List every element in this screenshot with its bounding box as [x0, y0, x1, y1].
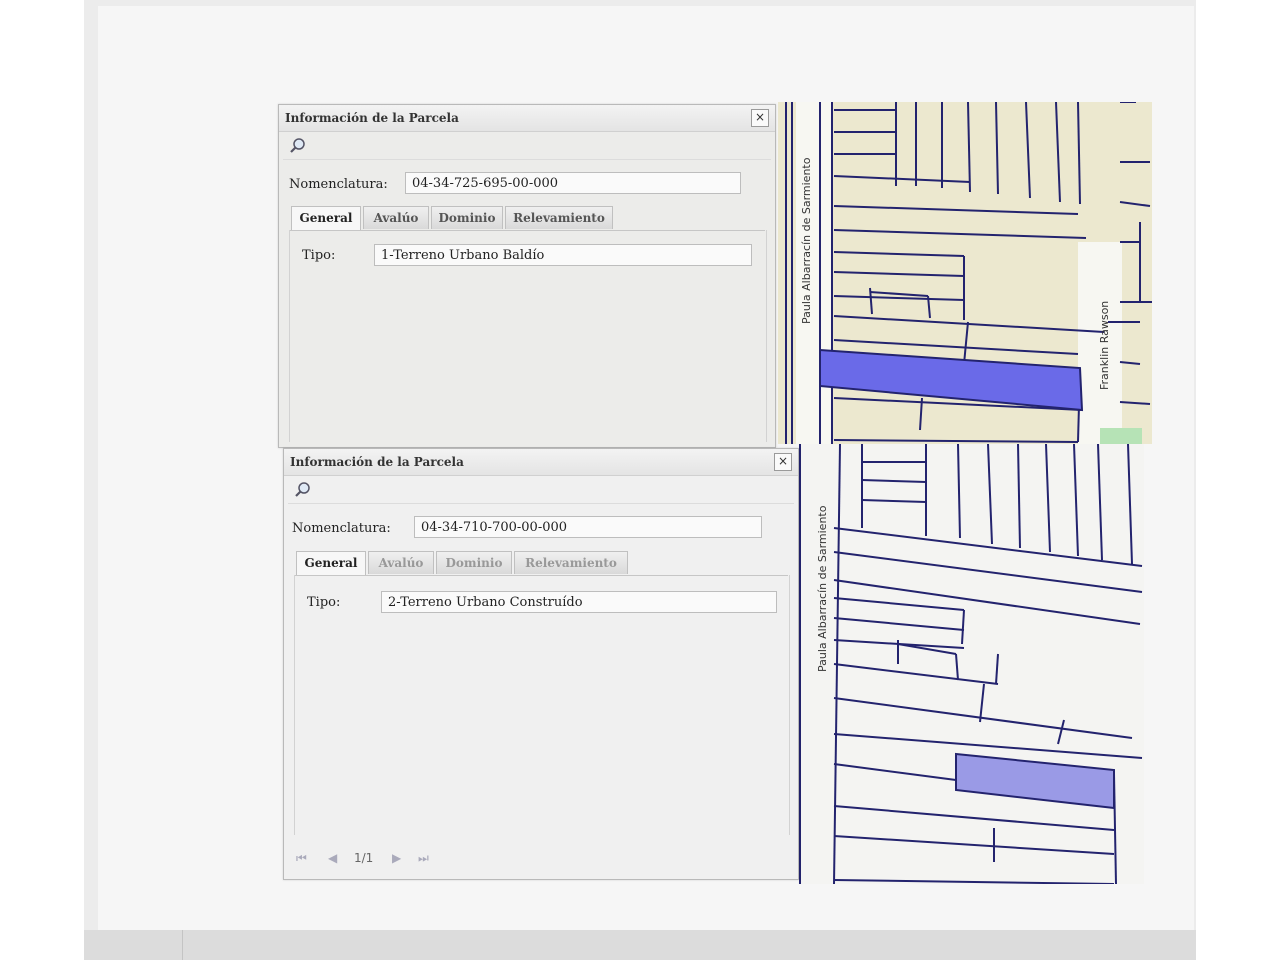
parcel-boundary [1025, 102, 1031, 199]
panel-title: Información de la Parcela [290, 455, 464, 469]
map-view-top[interactable]: Paula Albarracín de Sarmiento Franklin R… [778, 102, 1152, 444]
parcel-boundary [833, 339, 1079, 355]
tab-relevamiento[interactable]: Relevamiento [514, 551, 628, 574]
parcel-boundary [833, 733, 1143, 759]
parcel-boundary [833, 527, 1143, 567]
parcel-boundary [833, 271, 965, 277]
page-indicator: 1/1 [354, 851, 374, 865]
parcel-map-bottom [799, 444, 1143, 884]
next-page-icon[interactable]: ▶ [392, 851, 401, 865]
nomenclatura-label: Nomenclatura: [289, 177, 388, 192]
panel-toolbar [283, 133, 771, 160]
last-page-icon[interactable]: ⏭ [418, 851, 429, 866]
tab-content-general: Tipo: 1-Terreno Urbano Baldío [289, 230, 767, 442]
parcel-boundary [833, 229, 1087, 239]
parcel-info-panel-bottom[interactable]: Información de la Parcela × Nomenclatura… [283, 448, 799, 880]
panel-titlebar[interactable]: Información de la Parcela × [279, 105, 775, 132]
tab-bar: General Avalúo Dominio Relevamiento [289, 206, 765, 231]
parcel-boundary [1097, 444, 1103, 561]
parcel-boundary [869, 291, 929, 297]
parcel-boundary [987, 444, 993, 545]
highlighted-parcel-bottom[interactable] [955, 752, 1115, 810]
tab-relevamiento[interactable]: Relevamiento [505, 206, 613, 229]
street-label-paula-bottom: Paula Albarracín de Sarmiento [816, 505, 829, 672]
parcel-boundary [1127, 444, 1133, 565]
parcel-boundary [833, 597, 965, 611]
parcel-boundary [833, 763, 957, 781]
nomenclatura-label: Nomenclatura: [292, 521, 391, 536]
street-label-franklin: Franklin Rawson [1098, 300, 1111, 390]
parcel-boundary [861, 479, 927, 483]
parcel-boundary [833, 175, 971, 183]
parcel-boundary [833, 205, 1079, 215]
parcel-boundary [833, 805, 1115, 831]
parcel-boundary [957, 444, 961, 539]
parcel-boundary [833, 295, 965, 301]
close-button[interactable]: × [774, 453, 792, 471]
parcel-boundary [833, 617, 965, 631]
panel-toolbar [288, 477, 794, 504]
parcel-boundary [979, 683, 985, 723]
first-page-icon[interactable]: ⏮ [296, 851, 307, 866]
parcel-boundary [1077, 102, 1081, 205]
tipo-label: Tipo: [302, 248, 336, 263]
parcel-boundary [1017, 444, 1021, 549]
map-view-bottom[interactable]: Paula Albarracín de Sarmiento [798, 444, 1144, 884]
parcel-info-panel-top[interactable]: Información de la Parcela × Nomenclatura… [278, 104, 776, 448]
parcel-boundary [833, 663, 999, 685]
parcel-boundary [833, 879, 1115, 884]
parcel-boundary [961, 609, 965, 645]
tipo-field[interactable]: 1-Terreno Urbano Baldío [374, 244, 752, 266]
pagination: ⏮ ◀ 1/1 ▶ ⏭ [294, 851, 474, 871]
bottom-bar [84, 930, 1196, 960]
parcel-boundary [861, 499, 927, 503]
nomenclatura-field[interactable]: 04-34-725-695-00-000 [405, 172, 741, 194]
parcel-boundary [1073, 444, 1079, 557]
tipo-field[interactable]: 2-Terreno Urbano Construído [381, 591, 777, 613]
tab-avaluo[interactable]: Avalúo [363, 206, 429, 229]
parcel-boundary [995, 653, 999, 685]
parcel-boundary [1055, 102, 1061, 203]
panel-title: Información de la Parcela [285, 111, 459, 125]
parcel-boundary [1045, 444, 1051, 553]
tab-bar: General Avalúo Dominio Relevamiento [294, 551, 788, 576]
parcel-boundary [963, 321, 969, 365]
tab-dominio[interactable]: Dominio [436, 551, 512, 574]
street-label-paula-top: Paula Albarracín de Sarmiento [800, 157, 813, 324]
parcel-boundary [995, 102, 999, 195]
prev-page-icon[interactable]: ◀ [328, 851, 337, 865]
tab-dominio[interactable]: Dominio [431, 206, 503, 229]
nomenclatura-field[interactable]: 04-34-710-700-00-000 [414, 516, 762, 538]
parcel-boundary [833, 251, 965, 257]
highlighted-parcel[interactable] [819, 348, 1084, 412]
parcel-boundary [1119, 201, 1151, 207]
parcel-boundary [833, 315, 1105, 333]
parcel-boundary [1119, 401, 1151, 405]
bottom-bar-divider [182, 930, 183, 960]
tab-content-general: Tipo: 2-Terreno Urbano Construído [294, 575, 790, 835]
tab-general[interactable]: General [291, 206, 361, 230]
parcel-boundary [1057, 719, 1065, 745]
tipo-label: Tipo: [307, 595, 341, 610]
parcel-boundary [967, 102, 971, 193]
tab-general[interactable]: General [296, 551, 366, 575]
panel-titlebar[interactable]: Información de la Parcela × [284, 449, 798, 476]
search-icon[interactable] [294, 481, 312, 499]
close-button[interactable]: × [751, 109, 769, 127]
green-area [1100, 428, 1142, 444]
parcel-boundary [833, 835, 1115, 855]
tab-avaluo[interactable]: Avalúo [368, 551, 434, 574]
parcel-boundary [955, 653, 959, 681]
parcel-boundary [833, 439, 1079, 443]
parcel-boundary [1119, 361, 1141, 365]
parcel-boundary [833, 697, 1133, 739]
search-icon[interactable] [289, 137, 307, 155]
parcel-map-top [785, 102, 1152, 444]
